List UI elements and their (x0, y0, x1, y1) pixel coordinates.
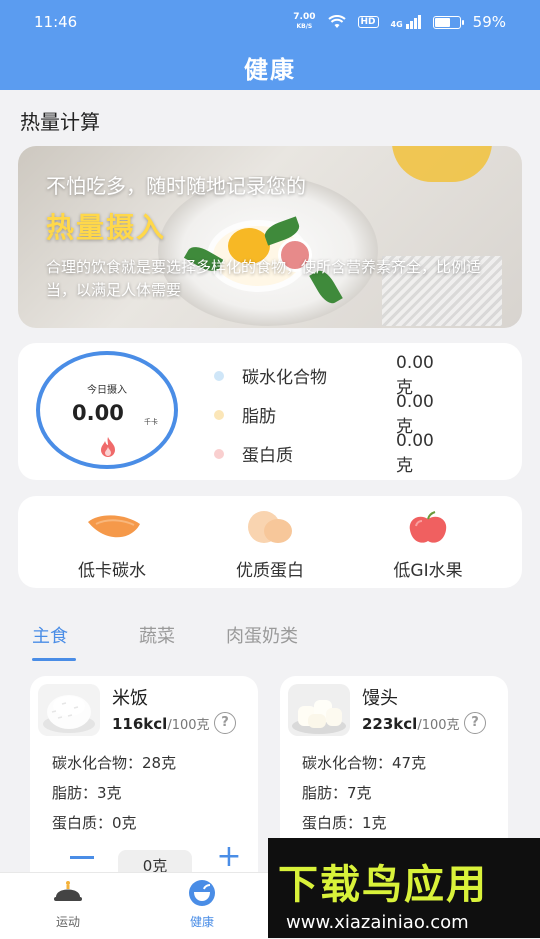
banner-highlight: 热量摄入 (46, 211, 167, 244)
mantou-image (288, 684, 350, 736)
kcal-per: /100克 (167, 718, 210, 733)
health-bowl-icon (186, 879, 218, 907)
nutrient-name: 蛋白质 (242, 446, 293, 466)
sweet-potato-icon (86, 510, 140, 546)
intake-label: 今日摄入 (87, 385, 127, 396)
status-time: 11:46 (34, 13, 78, 31)
watermark: 下载鸟应用 www.xiazainiao.com (268, 838, 540, 938)
app-bar: 健康 (0, 44, 540, 90)
category-label: 低GI水果 (393, 561, 463, 581)
watermark-title: 下载鸟应用 (278, 862, 488, 908)
battery-fill (434, 17, 450, 27)
wifi-icon (327, 15, 346, 28)
juice-illustration (392, 146, 492, 182)
category-card: 低卡碳水 优质蛋白 低GI水果 (18, 496, 522, 588)
nav-item-sport[interactable]: 运动 (28, 879, 108, 930)
category-label: 优质蛋白 (236, 561, 304, 581)
food-fat: 脂肪：3克 (52, 784, 122, 802)
food-kcal: 223kcl/100克 (362, 714, 460, 733)
tab-underline (32, 658, 76, 661)
kcal-per: /100克 (417, 718, 460, 733)
cap-icon (52, 879, 84, 907)
food-protein: 蛋白质：1克 (302, 814, 387, 832)
nutrient-name: 脂肪 (242, 407, 276, 427)
food-carbs: 碳水化合物：47克 (302, 754, 427, 772)
nav-item-health[interactable]: 健康 (162, 879, 242, 930)
help-icon[interactable]: ? (214, 712, 236, 734)
protein-dot (214, 448, 224, 459)
decrease-button[interactable] (70, 856, 94, 859)
signal-icon: 4G (391, 15, 421, 29)
hd-badge: HD (357, 16, 379, 28)
battery-icon (432, 15, 464, 29)
food-name: 米饭 (112, 688, 148, 709)
category-protein[interactable]: 优质蛋白 (210, 510, 330, 581)
watermark-url: www.xiazainiao.com (286, 912, 469, 933)
kcal-value: 223kcl (362, 715, 418, 733)
tab-meat-egg-dairy[interactable]: 肉蛋奶类 (226, 622, 298, 648)
flame-icon (101, 437, 115, 457)
food-fat: 脂肪：7克 (302, 784, 372, 802)
intake-value: 0.00 (72, 401, 124, 425)
intake-card: 今日摄入 0.00 千卡 碳水化合物 0.00克 脂肪 0.00克 蛋白质 0.… (18, 343, 522, 480)
food-carbs: 碳水化合物：28克 (52, 754, 177, 772)
net-speed: 7.00 KB/S (293, 12, 316, 31)
tab-staple[interactable]: 主食 (32, 622, 68, 648)
nutrient-name: 碳水化合物 (242, 368, 327, 388)
banner-description: 合理的饮食就是要选择多样化的食物，使所含营养素齐全，比例适当，以满足人体需要 (46, 258, 482, 299)
rice-image (38, 684, 100, 736)
section-title: 热量计算 (20, 110, 100, 134)
egg-icon (244, 510, 296, 546)
carbs-dot (214, 370, 224, 381)
status-bar: 11:46 7.00 KB/S HD 4G 59% (0, 0, 540, 44)
kcal-value: 116kcl (112, 715, 168, 733)
category-low-carb[interactable]: 低卡碳水 (52, 510, 172, 581)
tab-vegetables[interactable]: 蔬菜 (139, 622, 175, 648)
nutrient-carbs: 碳水化合物 0.00克 (214, 353, 434, 398)
help-icon[interactable]: ? (464, 712, 486, 734)
intake-ring: 今日摄入 0.00 千卡 (36, 351, 178, 469)
nutrient-value: 0.00克 (396, 431, 434, 476)
fat-dot (214, 409, 224, 420)
category-label: 低卡碳水 (78, 561, 146, 581)
nav-label: 健康 (189, 915, 214, 929)
banner[interactable]: 不怕吃多，随时随地记录您的 热量摄入 合理的饮食就是要选择多样化的食物，使所含营… (18, 146, 522, 328)
food-protein: 蛋白质：0克 (52, 814, 137, 832)
nutrient-protein: 蛋白质 0.00克 (214, 431, 434, 476)
nutrient-fat: 脂肪 0.00克 (214, 392, 434, 437)
banner-headline: 不怕吃多，随时随地记录您的 (46, 174, 306, 198)
food-name: 馒头 (362, 688, 398, 709)
bottom-nav: 运动 健康 (0, 872, 268, 939)
battery-percent: 59% (472, 13, 506, 31)
intake-unit: 千卡 (144, 418, 158, 426)
page-title: 健康 (244, 55, 296, 84)
category-fruit[interactable]: 低GI水果 (368, 510, 488, 581)
nav-label: 运动 (55, 915, 80, 929)
food-kcal: 116kcl/100克 (112, 714, 210, 733)
status-icons: 7.00 KB/S HD 4G 59% (293, 12, 506, 32)
increase-button[interactable]: + (216, 842, 242, 872)
apple-icon (402, 510, 454, 546)
